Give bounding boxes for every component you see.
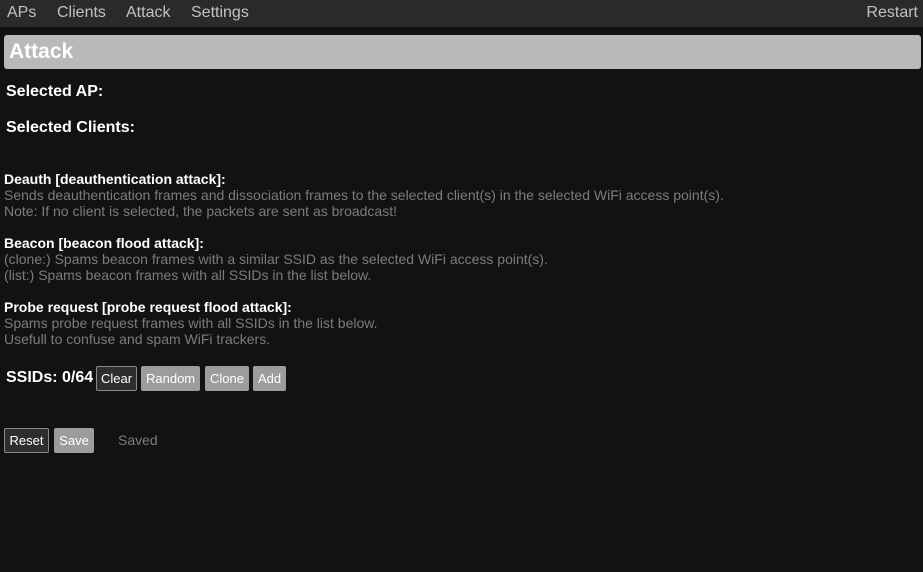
clear-ssids-button[interactable]: Clear <box>96 366 137 391</box>
clone-ssids-button[interactable]: Clone <box>205 366 249 391</box>
beacon-title: Beacon [beacon flood attack]: <box>4 235 204 251</box>
nav-attack-link[interactable]: Attack <box>126 4 170 22</box>
nav-clients-link[interactable]: Clients <box>57 4 106 22</box>
selected-clients-label: Selected Clients: <box>6 119 135 136</box>
page-title: Attack <box>9 40 74 63</box>
selected-ap-label: Selected AP: <box>6 83 104 100</box>
top-nav: APs Clients Attack Settings Restart <box>0 0 923 27</box>
nav-aps-link[interactable]: APs <box>7 4 36 22</box>
ssids-count-label: SSIDs: 0/64 <box>6 369 94 386</box>
save-button[interactable]: Save <box>54 428 94 453</box>
beacon-clone-description: (clone:) Spams beacon frames with a simi… <box>4 251 548 267</box>
probe-title: Probe request [probe request flood attac… <box>4 299 292 315</box>
deauth-note: Note: If no client is selected, the pack… <box>4 203 397 219</box>
probe-note: Usefull to confuse and spam WiFi tracker… <box>4 331 271 347</box>
probe-description: Spams probe request frames with all SSID… <box>4 315 378 331</box>
deauth-title: Deauth [deauthentication attack]: <box>4 171 226 187</box>
page-header: Attack <box>4 35 921 69</box>
beacon-list-description: (list:) Spams beacon frames with all SSI… <box>4 267 372 283</box>
nav-restart-link[interactable]: Restart <box>866 4 918 22</box>
reset-button[interactable]: Reset <box>4 428 49 453</box>
nav-settings-link[interactable]: Settings <box>191 4 249 22</box>
deauth-description: Sends deauthentication frames and dissoc… <box>4 187 724 203</box>
random-ssids-button[interactable]: Random <box>141 366 200 391</box>
add-ssid-button[interactable]: Add <box>253 366 286 391</box>
save-status-text: Saved <box>118 432 158 448</box>
